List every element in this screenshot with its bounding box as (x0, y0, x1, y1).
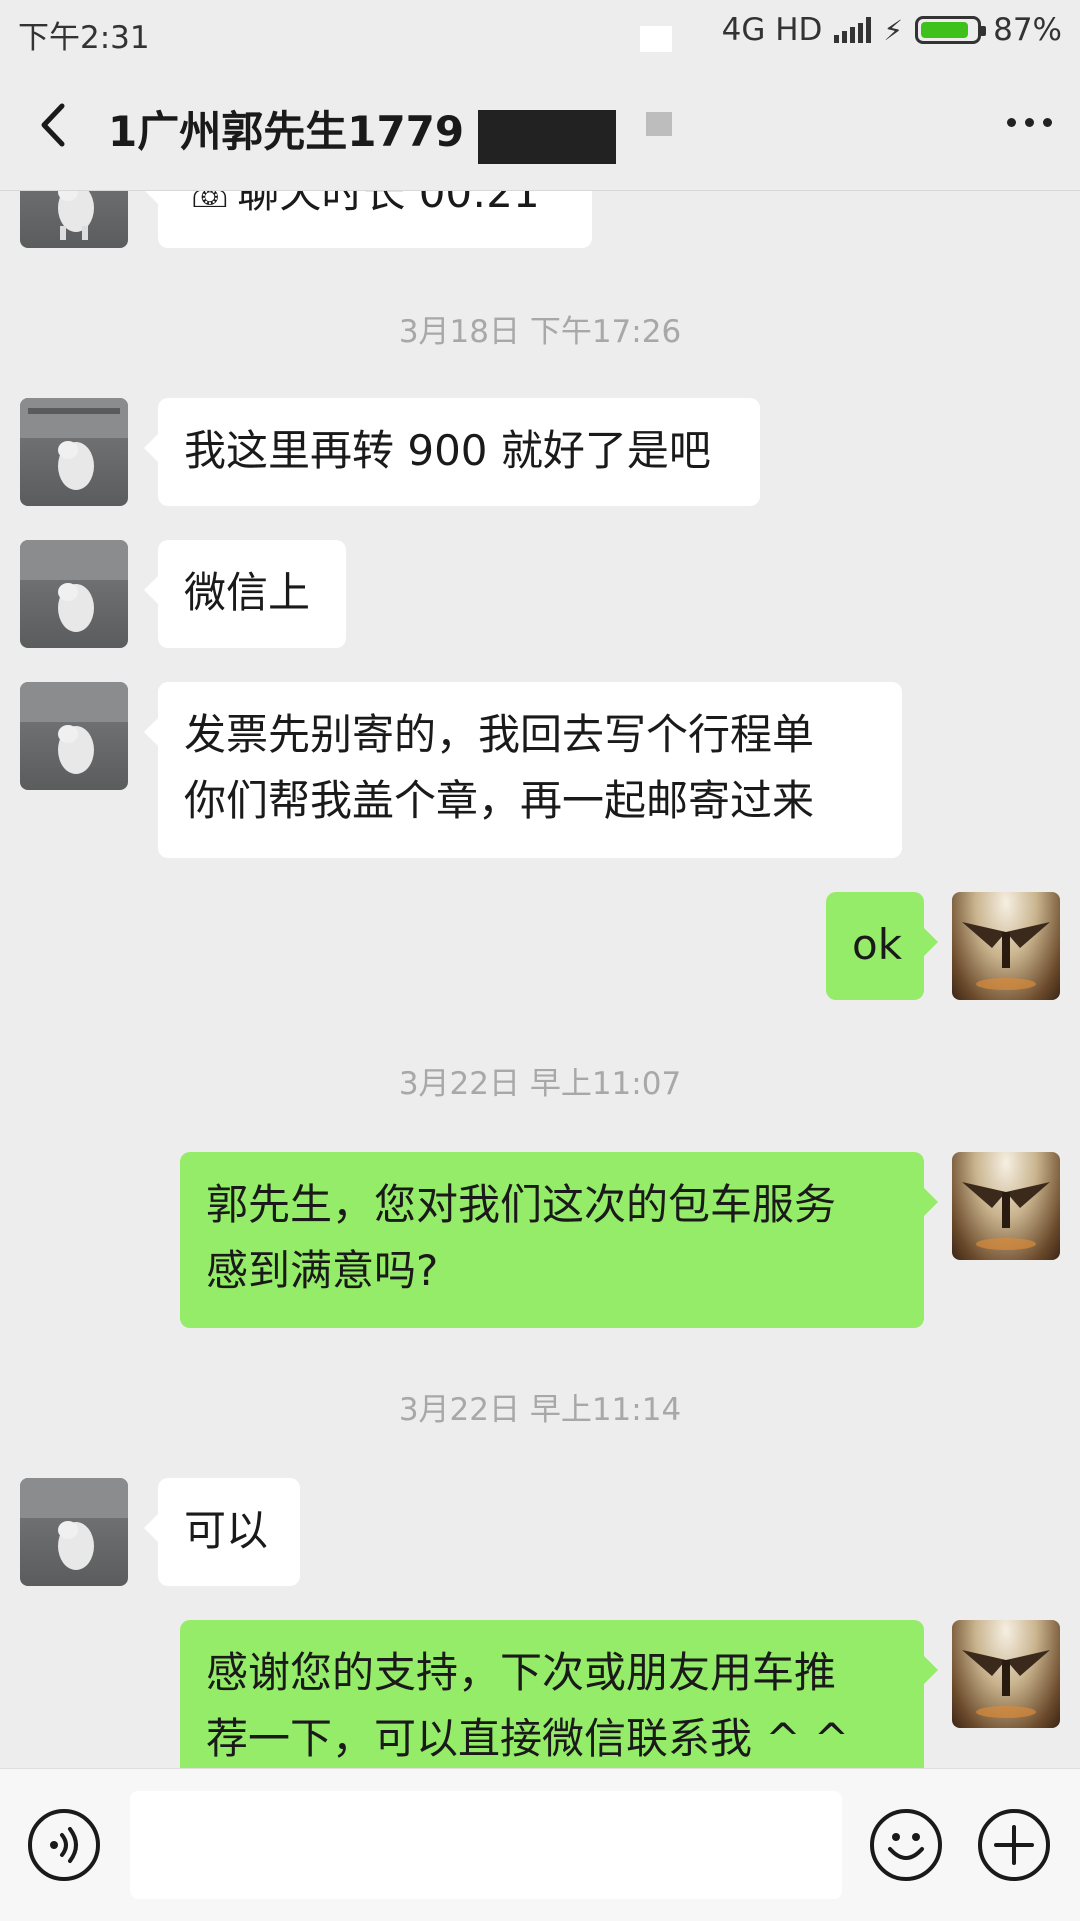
redaction-block (478, 110, 616, 164)
self-avatar[interactable] (952, 892, 1060, 1000)
angel-wings-avatar (962, 922, 1050, 990)
timestamp: 3月22日 早上11:14 (398, 1392, 682, 1428)
chat-bubble-sent[interactable]: ok (826, 892, 938, 1000)
dog-photo-avatar (20, 682, 128, 774)
chat-bubble[interactable]: 可以 (144, 1478, 300, 1586)
bubble-line: 你们帮我盖个章，再一起邮寄过来 (184, 776, 815, 825)
dog-photo-avatar (20, 1478, 128, 1570)
emoji-smile-icon[interactable] (870, 1809, 942, 1881)
battery-percent: 87% (993, 12, 1062, 48)
dog-photo-avatar (20, 540, 128, 632)
status-icons: 4G HD ⚡ 87% (722, 12, 1062, 48)
contact-avatar[interactable] (20, 398, 128, 506)
contact-avatar[interactable] (20, 540, 128, 648)
voice-input-icon[interactable] (28, 1809, 100, 1881)
contact-avatar[interactable] (20, 1478, 128, 1586)
bubble-line: 郭先生，您对我们这次的包车服务 (206, 1180, 837, 1229)
message-input[interactable] (130, 1791, 842, 1899)
angel-wings-avatar (962, 1182, 1050, 1250)
dog-photo-avatar (20, 398, 128, 490)
input-bar (0, 1768, 1080, 1921)
network-label: 4G HD (721, 12, 823, 48)
self-avatar[interactable] (952, 1620, 1060, 1728)
status-bar: 下午2:31 4G HD ⚡ 87% (0, 0, 1080, 62)
chat-title: 1广州郭先生1779 (108, 107, 465, 156)
redaction-block (646, 112, 672, 136)
bubble-line: 感谢您的支持，下次或朋友用车推 (206, 1648, 837, 1697)
signal-icon (834, 17, 872, 43)
chat-bubble[interactable]: 我这里再转 900 就好了是吧 (144, 398, 760, 506)
timestamp: 3月18日 下午17:26 (398, 314, 682, 350)
plus-circle-icon[interactable] (978, 1809, 1050, 1881)
charging-icon: ⚡ (883, 13, 904, 47)
chat-bubble-sent[interactable]: 郭先生，您对我们这次的包车服务 感到满意吗? (180, 1152, 938, 1328)
self-avatar[interactable] (952, 1152, 1060, 1260)
contact-avatar[interactable] (20, 682, 128, 790)
angel-wings-avatar (962, 1650, 1050, 1718)
chevron-left-icon[interactable] (30, 100, 80, 150)
status-time: 下午2:31 (18, 20, 150, 56)
timestamp: 3月22日 早上11:07 (398, 1066, 682, 1102)
redaction-block (640, 26, 672, 52)
chat-bubble[interactable]: 微信上 (144, 540, 346, 648)
bubble-line: 荐一下，可以直接微信联系我 ^ ^ (206, 1714, 850, 1763)
chat-header: 1广州郭先生1779 (0, 62, 1080, 191)
battery-icon (915, 16, 987, 44)
chat-bubble[interactable]: 发票先别寄的，我回去写个行程单 你们帮我盖个章，再一起邮寄过来 (144, 682, 902, 858)
more-horizontal-icon[interactable] (1007, 118, 1052, 127)
bubble-line: 感到满意吗? (206, 1246, 439, 1295)
bubble-line: 发票先别寄的，我回去写个行程单 (184, 710, 815, 759)
